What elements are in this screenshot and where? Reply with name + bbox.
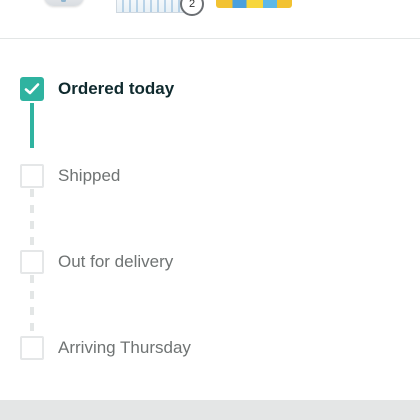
step-checkbox-empty <box>20 336 44 360</box>
order-tracking-page: 2 Ordered today Shipped Out for delivery <box>0 0 420 420</box>
step-label: Arriving Thursday <box>58 338 191 357</box>
step-label: Shipped <box>58 166 121 185</box>
step-checkbox-checked <box>20 77 44 101</box>
quantity-badge: 2 <box>180 0 204 16</box>
tracker-step-out-for-delivery: Out for delivery <box>20 248 173 276</box>
tracker-step-shipped: Shipped <box>20 162 120 190</box>
tracker-step-ordered: Ordered today <box>20 75 174 103</box>
checkmark-icon <box>24 83 40 95</box>
step-label: Ordered today <box>58 79 175 98</box>
section-divider-bar <box>0 400 420 420</box>
step-checkbox-empty <box>20 164 44 188</box>
step-checkbox-empty <box>20 250 44 274</box>
tracker-step-arriving: Arriving Thursday <box>20 334 191 362</box>
progress-line-pending <box>30 189 34 253</box>
shipment-progress-tracker: Ordered today Shipped Out for delivery A… <box>0 39 420 400</box>
progress-line-complete <box>30 103 34 148</box>
product-thumbnails: 2 <box>0 0 420 38</box>
progress-line-pending <box>30 275 34 339</box>
product-thumbnail-3[interactable] <box>216 0 292 8</box>
product-thumbnail-1[interactable] <box>44 0 84 6</box>
step-label: Out for delivery <box>58 252 174 271</box>
product-thumbnail-2[interactable] <box>116 0 188 13</box>
